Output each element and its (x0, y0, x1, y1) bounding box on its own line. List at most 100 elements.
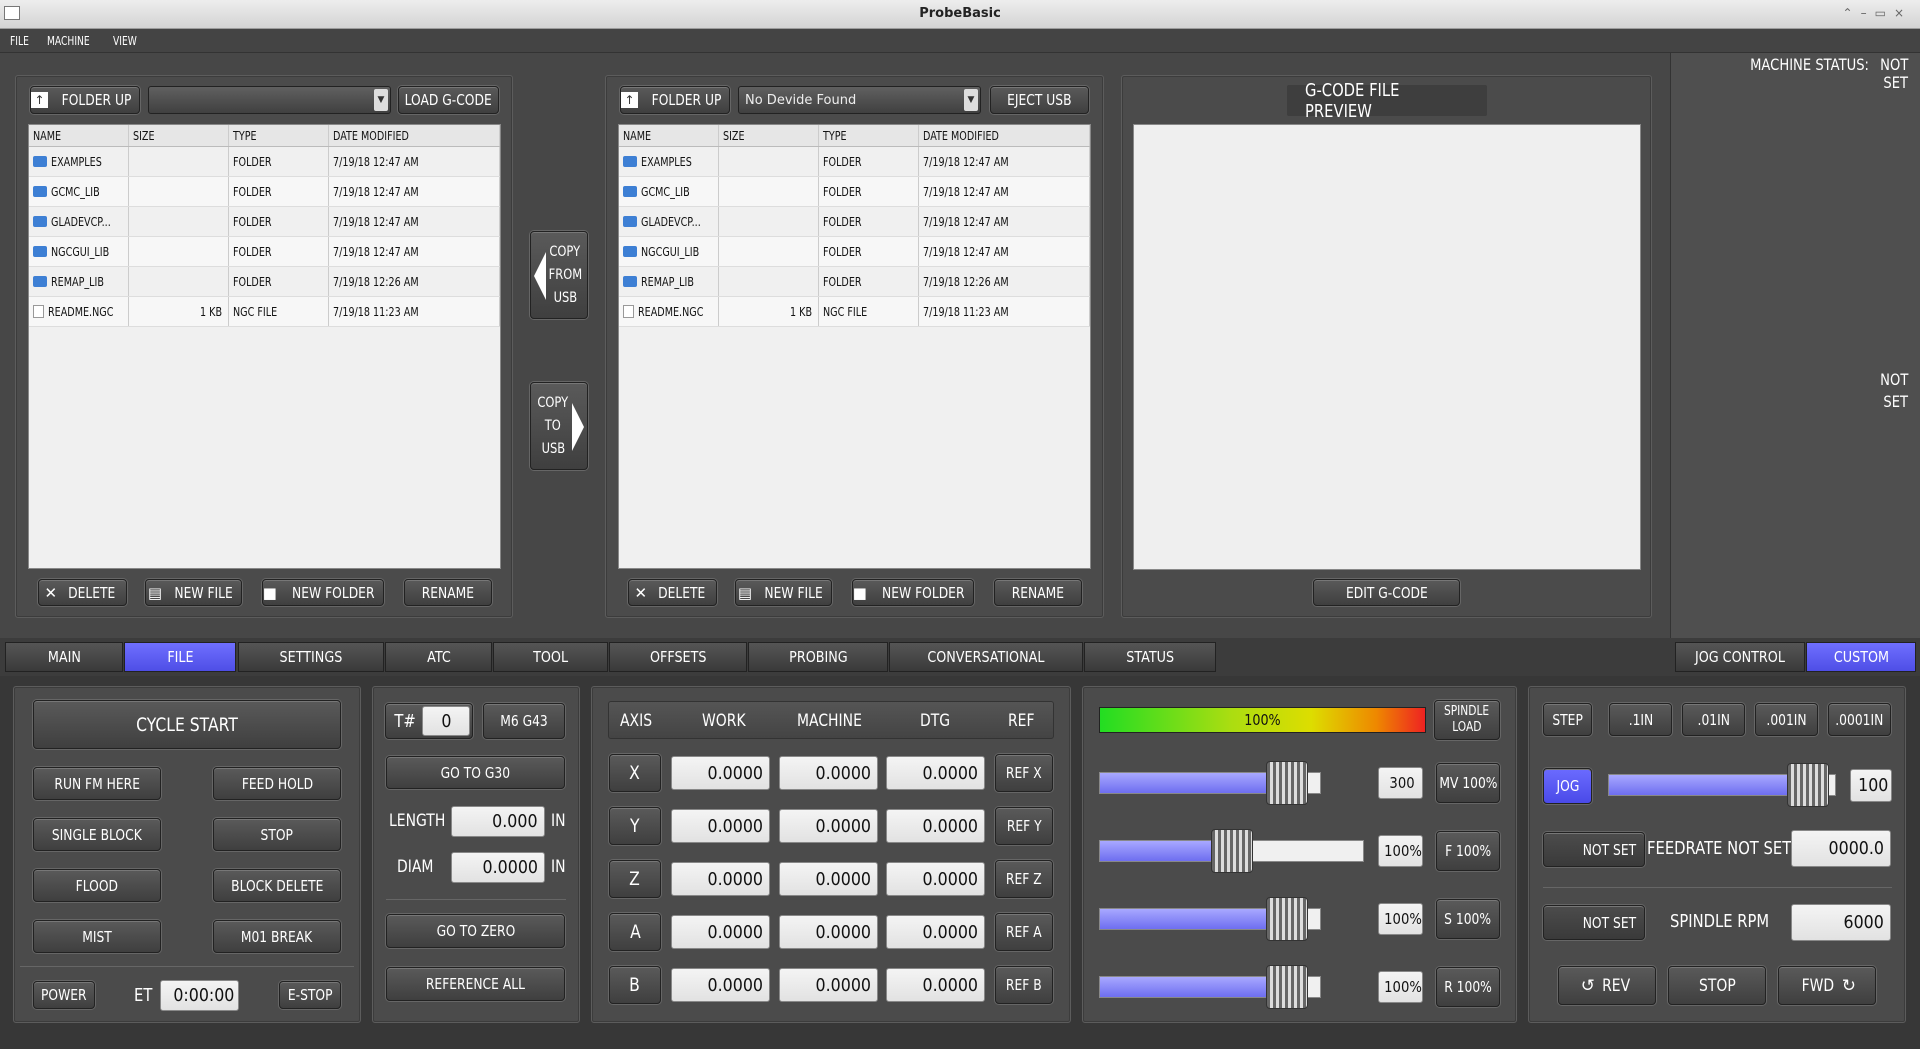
usb-folder-up-button[interactable]: ↑ FOLDER UP (620, 86, 730, 114)
tool-number-field[interactable]: 0 (422, 706, 470, 736)
override-slider-1[interactable] (1099, 829, 1364, 873)
usb-device-combo[interactable]: No Devide Found ▼ (738, 86, 981, 114)
ref-a-button[interactable]: REF A (995, 913, 1053, 951)
jog-button[interactable]: JOG (1543, 768, 1592, 804)
usb-delete-button[interactable]: ✕ DELETE (628, 579, 717, 606)
work-a-field[interactable]: 0.0000 (671, 915, 770, 949)
usb-new-file-button[interactable]: ▤ NEW FILE (735, 579, 832, 606)
local-path-combo[interactable]: ▼ (148, 86, 391, 114)
slider-handle[interactable] (1266, 761, 1308, 805)
window-controls[interactable]: ⌃–▭× (1843, 6, 1912, 20)
override-reset-button-0[interactable]: MV 100% (1436, 763, 1500, 803)
copy-from-usb-button[interactable]: COPY FROM USB (530, 231, 588, 319)
tab-atc[interactable]: ATC (385, 642, 492, 672)
work-z-field[interactable]: 0.0000 (671, 862, 770, 896)
eject-usb-button[interactable]: EJECT USB (990, 86, 1089, 114)
reference-all-button[interactable]: REFERENCE ALL (386, 967, 565, 1001)
table-row[interactable]: REMAP_LIB FOLDER 7/19/18 12:26 AM (619, 267, 1090, 297)
length-field[interactable]: 0.000 (451, 806, 545, 837)
override-slider-3[interactable] (1099, 965, 1321, 1009)
table-row[interactable]: GCMC_LIB FOLDER 7/19/18 12:47 AM (29, 177, 500, 207)
table-row[interactable]: NGCGUI_LIB FOLDER 7/19/18 12:47 AM (619, 237, 1090, 267)
table-row[interactable]: REMAP_LIB FOLDER 7/19/18 12:26 AM (29, 267, 500, 297)
usb-rename-button[interactable]: RENAME (994, 579, 1082, 606)
power-button[interactable]: POWER (33, 981, 95, 1009)
mist-button[interactable]: MIST (33, 920, 161, 953)
m01-break-button[interactable]: M01 BREAK (213, 920, 341, 953)
tab-jog-control[interactable]: JOG CONTROL (1675, 642, 1805, 672)
ref-y-button[interactable]: REF Y (995, 807, 1053, 845)
ref-z-button[interactable]: REF Z (995, 860, 1053, 898)
tab-file[interactable]: FILE (124, 642, 236, 672)
menu-machine[interactable]: MACHINE (47, 34, 90, 48)
table-row[interactable]: README.NGC 1 KB NGC FILE 7/19/18 11:23 AM (29, 297, 500, 327)
work-y-field[interactable]: 0.0000 (671, 809, 770, 843)
menu-view[interactable]: VIEW (113, 34, 137, 48)
table-row[interactable]: README.NGC 1 KB NGC FILE 7/19/18 11:23 AM (619, 297, 1090, 327)
estop-button[interactable]: E-STOP (279, 981, 341, 1009)
usb-file-table[interactable]: NAME SIZE TYPE DATE MODIFIED EXAMPLES FOL… (618, 124, 1091, 569)
tab-main[interactable]: MAIN (5, 642, 123, 672)
increment-0-1-button[interactable]: .1IN (1609, 703, 1672, 736)
run-from-here-button[interactable]: RUN FM HERE (33, 767, 161, 800)
feedrate-field[interactable]: 0000.0 (1791, 830, 1891, 867)
jog-speed-slider[interactable] (1608, 763, 1836, 807)
flood-button[interactable]: FLOOD (33, 869, 161, 902)
spindle-reverse-button[interactable]: ↺ REV (1558, 966, 1656, 1005)
override-reset-button-2[interactable]: S 100% (1436, 899, 1500, 939)
spindle-rpm-field[interactable]: 6000 (1791, 904, 1891, 941)
table-row[interactable]: GCMC_LIB FOLDER 7/19/18 12:47 AM (619, 177, 1090, 207)
step-button[interactable]: STEP (1543, 703, 1592, 736)
slider-handle[interactable] (1266, 965, 1308, 1009)
edit-gcode-button[interactable]: EDIT G-CODE (1313, 579, 1460, 606)
tab-offsets[interactable]: OFFSETS (609, 642, 747, 672)
local-file-table[interactable]: NAME SIZE TYPE DATE MODIFIED EXAMPLES FOL… (28, 124, 501, 569)
gcode-preview-area[interactable] (1133, 124, 1641, 570)
slider-handle[interactable] (1210, 829, 1253, 873)
increment-0-0001-button[interactable]: .0001IN (1828, 703, 1891, 736)
new-folder-button[interactable]: ■ NEW FOLDER (262, 579, 384, 606)
ref-b-button[interactable]: REF B (995, 966, 1053, 1004)
ref-x-button[interactable]: REF X (995, 754, 1053, 792)
slider-handle[interactable] (1266, 897, 1308, 941)
go-to-zero-button[interactable]: GO TO ZERO (386, 914, 565, 948)
m6-g43-button[interactable]: M6 G43 (483, 703, 565, 739)
tab-conversational[interactable]: CONVERSATIONAL (889, 642, 1083, 672)
spindle-stop-button[interactable]: STOP (1668, 966, 1766, 1005)
work-b-field[interactable]: 0.0000 (671, 968, 770, 1002)
stop-button[interactable]: STOP (213, 818, 341, 851)
menu-file[interactable]: FILE (10, 34, 29, 48)
table-row[interactable]: GLADEVCP... FOLDER 7/19/18 12:47 AM (29, 207, 500, 237)
increment-0-01-button[interactable]: .01IN (1682, 703, 1745, 736)
usb-new-folder-button[interactable]: ■ NEW FOLDER (852, 579, 974, 606)
load-gcode-button[interactable]: LOAD G-CODE (398, 86, 499, 114)
single-block-button[interactable]: SINGLE BLOCK (33, 818, 161, 851)
folder-up-button[interactable]: ↑ FOLDER UP (30, 86, 140, 114)
diam-field[interactable]: 0.0000 (451, 852, 545, 883)
table-row[interactable]: GLADEVCP... FOLDER 7/19/18 12:47 AM (619, 207, 1090, 237)
go-to-g30-button[interactable]: GO TO G30 (386, 756, 565, 789)
slider-handle[interactable] (1786, 763, 1829, 807)
cycle-start-button[interactable]: CYCLE START (33, 700, 341, 749)
tab-status[interactable]: STATUS (1084, 642, 1216, 672)
tab-settings[interactable]: SETTINGS (238, 642, 384, 672)
delete-button[interactable]: ✕ DELETE (38, 579, 127, 606)
override-slider-0[interactable] (1099, 761, 1321, 805)
table-row[interactable]: NGCGUI_LIB FOLDER 7/19/18 12:47 AM (29, 237, 500, 267)
override-slider-2[interactable] (1099, 897, 1321, 941)
feed-hold-button[interactable]: FEED HOLD (213, 767, 341, 800)
rename-button[interactable]: RENAME (404, 579, 492, 606)
table-row[interactable]: EXAMPLES FOLDER 7/19/18 12:47 AM (619, 147, 1090, 177)
spindle-forward-button[interactable]: FWD ↻ (1778, 966, 1876, 1005)
block-delete-button[interactable]: BLOCK DELETE (213, 869, 341, 902)
new-file-button[interactable]: ▤ NEW FILE (145, 579, 242, 606)
tab-probing[interactable]: PROBING (748, 642, 888, 672)
copy-to-usb-button[interactable]: COPY TO USB (530, 382, 588, 470)
work-x-field[interactable]: 0.0000 (671, 756, 770, 790)
override-reset-button-3[interactable]: R 100% (1436, 967, 1500, 1007)
tab-tool[interactable]: TOOL (493, 642, 608, 672)
override-reset-button-1[interactable]: F 100% (1436, 831, 1500, 871)
tab-custom[interactable]: CUSTOM (1806, 642, 1916, 672)
increment-0-001-button[interactable]: .001IN (1755, 703, 1818, 736)
table-row[interactable]: EXAMPLES FOLDER 7/19/18 12:47 AM (29, 147, 500, 177)
